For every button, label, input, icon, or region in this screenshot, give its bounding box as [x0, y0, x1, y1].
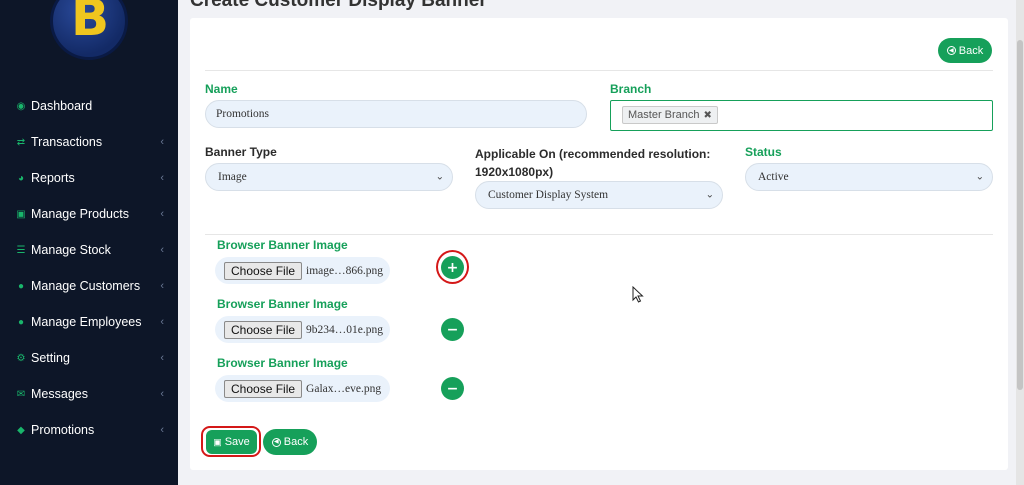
choose-file-button[interactable]: Choose File	[224, 261, 303, 280]
chevron-left-icon: ‹	[160, 424, 164, 436]
applicable-on-label-line2: 1920x1080px)	[475, 165, 554, 179]
sidebar-item-dashboard[interactable]: ◉ Dashboard	[0, 88, 178, 124]
sidebar-item-label: Manage Employees	[31, 315, 142, 329]
tag-icon: ◆	[17, 424, 25, 436]
applicable-on-value: Customer Display System	[488, 189, 609, 201]
sidebar-item-manage-employees[interactable]: ● Manage Employees ‹	[0, 304, 178, 340]
branch-tag: Master Branch ✖	[622, 106, 718, 124]
mouse-cursor-icon	[632, 286, 644, 303]
back-button-bottom[interactable]: ◀ Back	[263, 429, 317, 455]
choose-file-button[interactable]: Choose File	[224, 379, 303, 398]
back-button-label: Back	[958, 44, 984, 57]
banner-type-select[interactable]: Image ⌄	[205, 163, 453, 191]
file-name: Galax…eve.png	[306, 382, 382, 395]
chevron-down-icon: ⌄	[705, 189, 714, 201]
banner-type-label: Banner Type	[205, 145, 277, 159]
sidebar-nav: ◉ Dashboard ⇄ Transactions ‹ ◕ Reports ‹…	[0, 88, 178, 448]
remove-image-button[interactable]: −	[441, 377, 464, 400]
pie-chart-icon: ◕	[17, 172, 25, 184]
database-icon: ☰	[16, 244, 26, 256]
sidebar-item-label: Manage Products	[31, 207, 129, 221]
highlight-ring	[436, 250, 469, 284]
applicable-on-label: Applicable On (recommended resolution: 1…	[475, 145, 710, 181]
logo-letter: B	[71, 0, 110, 47]
sidebar-item-manage-customers[interactable]: ● Manage Customers ‹	[0, 268, 178, 304]
browser-banner-image-label: Browser Banner Image	[217, 238, 348, 252]
branch-label: Branch	[610, 82, 652, 96]
sidebar-item-messages[interactable]: ✉ Messages ‹	[0, 376, 178, 412]
applicable-on-label-line1: Applicable On (recommended resolution:	[475, 147, 711, 161]
applicable-on-select[interactable]: Customer Display System ⌄	[475, 181, 723, 209]
app-logo[interactable]: B	[50, 0, 128, 60]
sidebar: B ◉ Dashboard ⇄ Transactions ‹ ◕ Reports…	[0, 0, 178, 485]
close-icon[interactable]: ✖	[704, 110, 712, 121]
file-name: image…866.png	[306, 264, 384, 277]
page-title: Create Customer Display Banner	[190, 0, 487, 11]
file-input[interactable]: Choose File 9b234…01e.png	[215, 316, 390, 343]
users-icon: ●	[17, 280, 25, 292]
divider	[205, 234, 993, 235]
status-label: Status	[745, 145, 782, 159]
sidebar-item-label: Dashboard	[31, 99, 93, 113]
scrollbar-thumb[interactable]	[1017, 40, 1023, 390]
chevron-left-icon: ‹	[160, 172, 164, 184]
sidebar-item-manage-products[interactable]: ▣ Manage Products ‹	[0, 196, 178, 232]
file-input[interactable]: Choose File image…866.png	[215, 257, 390, 284]
sidebar-item-transactions[interactable]: ⇄ Transactions ‹	[0, 124, 178, 160]
remove-image-button[interactable]: −	[441, 318, 464, 341]
sidebar-item-setting[interactable]: ⚙ Setting ‹	[0, 340, 178, 376]
chevron-left-icon: ‹	[160, 352, 164, 364]
sidebar-item-label: Setting	[31, 351, 70, 365]
sidebar-item-reports[interactable]: ◕ Reports ‹	[0, 160, 178, 196]
gears-icon: ⚙	[16, 352, 26, 364]
chevron-left-icon: ‹	[160, 388, 164, 400]
sidebar-item-label: Manage Stock	[31, 243, 111, 257]
back-button-top[interactable]: ◀ Back	[938, 38, 992, 63]
sidebar-item-manage-stock[interactable]: ☰ Manage Stock ‹	[0, 232, 178, 268]
choose-file-button[interactable]: Choose File	[224, 320, 303, 339]
sidebar-item-label: Transactions	[31, 135, 103, 149]
status-select[interactable]: Active ⌄	[745, 163, 993, 191]
sidebar-item-promotions[interactable]: ◆ Promotions ‹	[0, 412, 178, 448]
user-icon: ●	[17, 316, 25, 328]
name-label: Name	[205, 82, 238, 96]
dashboard-icon: ◉	[16, 100, 26, 112]
sidebar-item-label: Messages	[31, 387, 88, 401]
exchange-icon: ⇄	[16, 136, 26, 148]
branch-multiselect[interactable]: Master Branch ✖	[610, 100, 993, 131]
back-button-label: Back	[283, 436, 309, 448]
sidebar-item-label: Manage Customers	[31, 279, 141, 293]
chevron-left-icon: ‹	[160, 136, 164, 148]
banner-type-value: Image	[218, 171, 247, 183]
file-input[interactable]: Choose File Galax…eve.png	[215, 375, 390, 402]
chevron-down-icon: ⌄	[435, 171, 444, 183]
chevron-left-icon: ‹	[160, 244, 164, 256]
cube-icon: ▣	[16, 208, 26, 220]
arrow-left-circle-icon: ◀	[946, 46, 956, 55]
name-input[interactable]: Promotions	[205, 100, 587, 128]
sidebar-item-label: Promotions	[31, 423, 95, 437]
browser-banner-image-label: Browser Banner Image	[217, 356, 348, 370]
chevron-left-icon: ‹	[160, 280, 164, 292]
highlight-ring	[201, 426, 261, 457]
envelope-icon: ✉	[16, 388, 26, 400]
file-name: 9b234…01e.png	[306, 323, 384, 336]
status-value: Active	[758, 171, 789, 183]
browser-banner-image-label: Browser Banner Image	[217, 297, 348, 311]
branch-tag-label: Master Branch	[628, 109, 700, 121]
chevron-left-icon: ‹	[160, 316, 164, 328]
sidebar-item-label: Reports	[31, 171, 75, 185]
divider	[205, 70, 993, 71]
chevron-down-icon: ⌄	[975, 171, 984, 183]
chevron-left-icon: ‹	[160, 208, 164, 220]
arrow-left-circle-icon: ◀	[271, 437, 281, 447]
